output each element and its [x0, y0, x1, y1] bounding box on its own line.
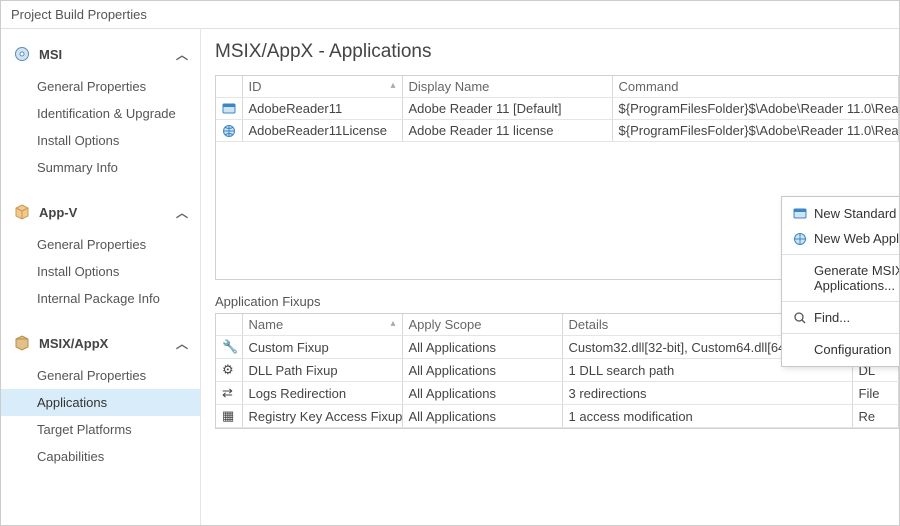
cell-id: AdobeReader11 [242, 98, 402, 120]
registry-icon: ▦ [216, 405, 242, 428]
sidebar-item-install-options[interactable]: Install Options [1, 258, 200, 285]
chevron-up-icon: ︿ [176, 204, 188, 221]
sidebar-item-general-properties[interactable]: General Properties [1, 362, 200, 389]
sidebar-item-summary-info[interactable]: Summary Info [1, 154, 200, 181]
cell-id: AdobeReader11License [242, 120, 402, 142]
table-row[interactable]: AdobeReader11License Adobe Reader 11 lic… [216, 120, 899, 142]
sidebar-section-label: App-V [39, 205, 77, 220]
cell-display: Adobe Reader 11 [Default] [402, 98, 612, 120]
sidebar-item-applications[interactable]: Applications [1, 389, 200, 416]
column-header-command[interactable]: Command [612, 76, 899, 98]
cell-command: ${ProgramFilesFolder}$\Adobe\Reader 11.0… [612, 120, 899, 142]
table-row[interactable]: ▦ Registry Key Access Fixup All Applicat… [216, 405, 899, 428]
cell-scope: All Applications [402, 359, 562, 382]
chevron-up-icon: ︿ [176, 46, 188, 63]
box-icon [13, 334, 31, 352]
menu-separator [782, 333, 899, 334]
dll-icon: ⚙ [216, 359, 242, 382]
sidebar-item-general-properties[interactable]: General Properties [1, 73, 200, 100]
menu-separator [782, 301, 899, 302]
sidebar-item-install-options[interactable]: Install Options [1, 127, 200, 154]
column-header-icon[interactable] [216, 76, 242, 98]
column-header-display[interactable]: Display Name [402, 76, 612, 98]
app-icon [216, 98, 242, 120]
menu-find[interactable]: Find... Ctrl+F [782, 305, 899, 330]
cell-command: ${ProgramFilesFolder}$\Adobe\Reader 11.0… [612, 98, 899, 120]
sidebar-section-label: MSIX/AppX [39, 336, 108, 351]
sidebar-item-general-properties[interactable]: General Properties [1, 231, 200, 258]
cell-scope: All Applications [402, 382, 562, 405]
sort-icon: ▴ [390, 80, 395, 91]
sidebar-section-msix[interactable]: MSIX/AppX ︿ [1, 326, 200, 360]
disc-icon [13, 45, 31, 63]
cell-type: File [852, 382, 899, 405]
sidebar: MSI ︿ General Properties Identification … [1, 29, 201, 525]
sidebar-item-capabilities[interactable]: Capabilities [1, 443, 200, 470]
search-icon [790, 311, 810, 325]
sort-icon: ▴ [390, 318, 395, 329]
cell-name: DLL Path Fixup [242, 359, 402, 382]
cell-scope: All Applications [402, 405, 562, 428]
sidebar-item-identification-upgrade[interactable]: Identification & Upgrade [1, 100, 200, 127]
app-icon [790, 207, 810, 221]
cell-name: Custom Fixup [242, 336, 402, 359]
column-header-id[interactable]: ID▴ [242, 76, 402, 98]
context-menu: New Standard Application... New Web Appl… [781, 196, 899, 367]
sidebar-section-appv[interactable]: App-V ︿ [1, 195, 200, 229]
column-header-scope[interactable]: Apply Scope [402, 314, 562, 336]
page-title: MSIX/AppX - Applications [215, 41, 899, 63]
web-app-icon [216, 120, 242, 142]
menu-item-label: New Standard Application... [810, 206, 899, 221]
menu-item-label: Find... [810, 310, 899, 325]
menu-new-web-app[interactable]: New Web Application... [782, 226, 899, 251]
menu-item-label: Configuration [810, 342, 899, 357]
menu-item-label: Generate MSIX/AppX Applications... [810, 263, 899, 293]
cell-display: Adobe Reader 11 license [402, 120, 612, 142]
globe-icon [790, 232, 810, 246]
menu-item-label: New Web Application... [810, 231, 899, 246]
table-row[interactable]: AdobeReader11 Adobe Reader 11 [Default] … [216, 98, 899, 120]
sidebar-section-msi[interactable]: MSI ︿ [1, 37, 200, 71]
column-header-icon[interactable] [216, 314, 242, 336]
menu-configuration[interactable]: Configuration ▶ [782, 337, 899, 362]
package-icon [13, 203, 31, 221]
menu-generate-msix[interactable]: Generate MSIX/AppX Applications... [782, 258, 899, 298]
content-area: MSIX/AppX - Applications ID▴ Display Nam… [201, 29, 899, 525]
sidebar-section-label: MSI [39, 47, 62, 62]
column-header-name[interactable]: Name▴ [242, 314, 402, 336]
menu-new-standard-app[interactable]: New Standard Application... [782, 201, 899, 226]
cell-type: Re [852, 405, 899, 428]
cell-details: 3 redirections [562, 382, 852, 405]
wrench-icon: 🔧 [216, 336, 242, 359]
sidebar-item-internal-package-info[interactable]: Internal Package Info [1, 285, 200, 312]
table-row[interactable]: ⇄ Logs Redirection All Applications 3 re… [216, 382, 899, 405]
cell-name: Logs Redirection [242, 382, 402, 405]
redirect-icon: ⇄ [216, 382, 242, 405]
menu-separator [782, 254, 899, 255]
chevron-up-icon: ︿ [176, 335, 188, 352]
cell-name: Registry Key Access Fixup [242, 405, 402, 428]
cell-details: 1 access modification [562, 405, 852, 428]
window-title: Project Build Properties [1, 1, 899, 29]
cell-scope: All Applications [402, 336, 562, 359]
sidebar-item-target-platforms[interactable]: Target Platforms [1, 416, 200, 443]
